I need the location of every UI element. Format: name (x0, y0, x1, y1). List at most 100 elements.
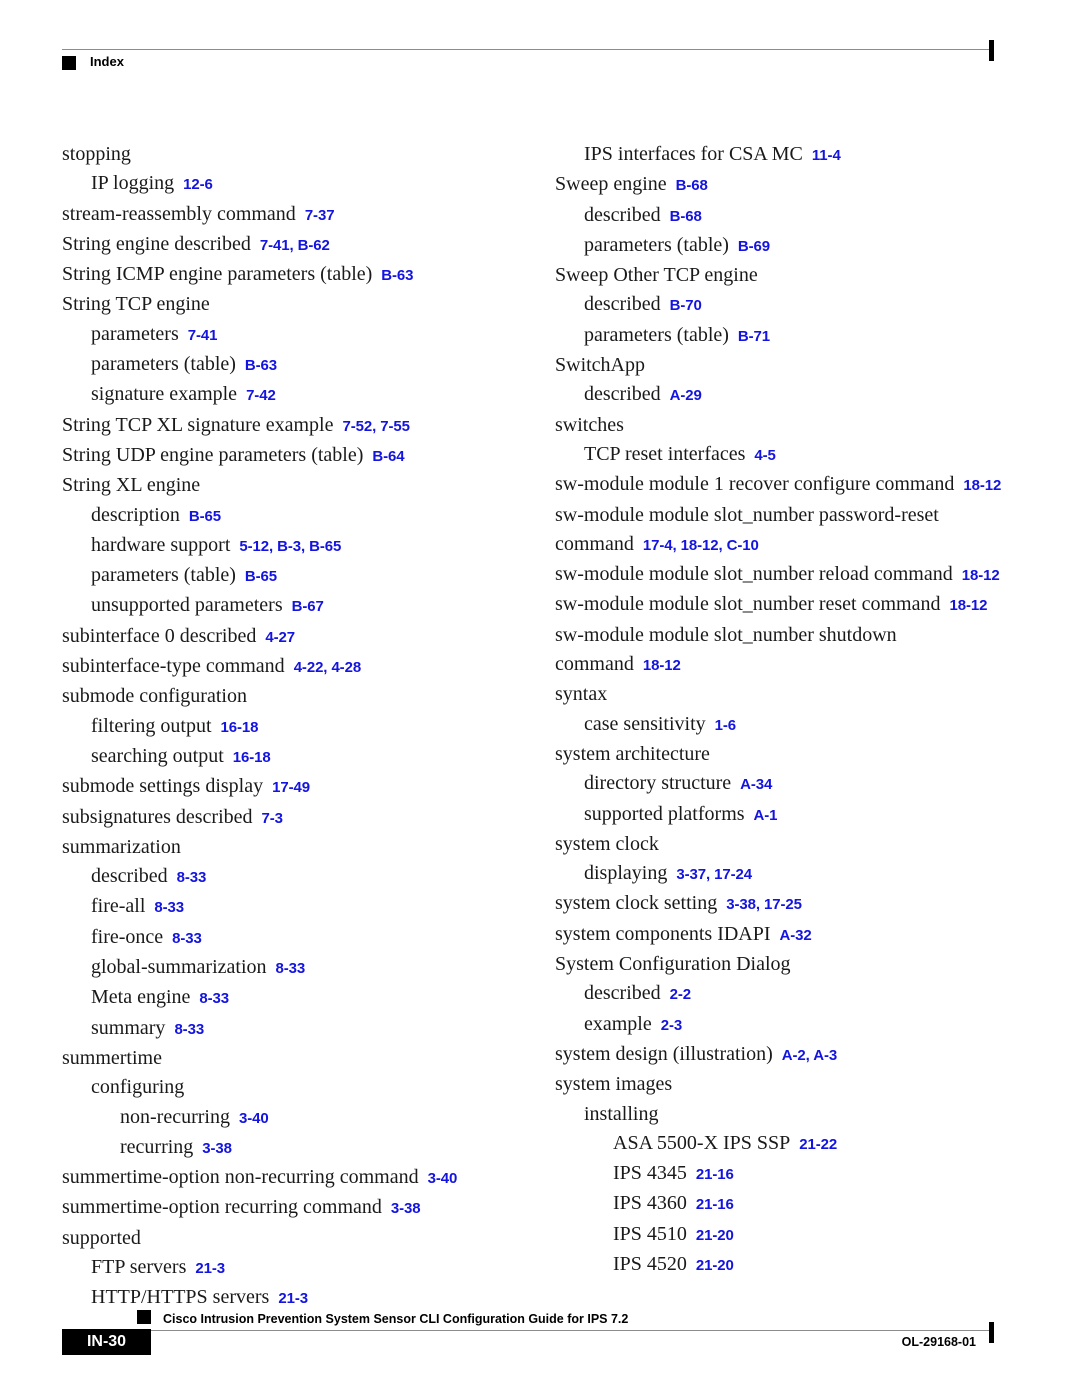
black-square-icon (62, 56, 76, 70)
index-entry-page-refs[interactable]: 4-27 (265, 629, 295, 646)
index-entry-page-refs[interactable]: B-65 (189, 508, 221, 525)
index-entry: signature example 7-42 (91, 380, 532, 410)
index-entry-page-refs[interactable]: 21-16 (696, 1196, 734, 1213)
index-entry-page-refs[interactable]: A-32 (780, 927, 812, 944)
index-entry: described A-29 (584, 380, 1025, 410)
index-entry-page-refs[interactable]: 16-18 (221, 719, 259, 736)
index-entry-term: summary (91, 1016, 166, 1039)
index-entry: sw-module module slot_number reset comma… (555, 590, 1025, 620)
index-entry-page-refs[interactable]: 3-38 (391, 1200, 421, 1217)
index-entry-term: summertime (62, 1046, 162, 1069)
index-entry-page-refs[interactable]: 21-20 (696, 1257, 734, 1274)
index-entry-term: IPS 4360 (613, 1192, 687, 1215)
index-entry-page-refs[interactable]: 12-6 (183, 176, 213, 193)
index-entry-page-refs[interactable]: 17-4, 18-12, C-10 (643, 537, 759, 554)
index-entry-page-refs[interactable]: 8-33 (174, 1021, 204, 1038)
index-entry: summarization (62, 833, 532, 862)
index-entry-page-refs[interactable]: A-2, A-3 (782, 1047, 837, 1064)
index-entry-term: Sweep engine (555, 173, 667, 196)
index-entry-page-refs[interactable]: 18-12 (949, 597, 987, 614)
index-entry: String XL engine (62, 471, 532, 500)
page-header-label: Index (90, 54, 124, 69)
index-entry-term: submode configuration (62, 685, 247, 708)
index-entry: system components IDAPI A-32 (555, 920, 1025, 950)
index-entry-page-refs[interactable]: B-63 (245, 357, 277, 374)
index-entry-page-refs[interactable]: 3-40 (239, 1110, 269, 1127)
index-entry-term: fire-all (91, 895, 146, 918)
index-entry-page-refs[interactable]: 3-40 (428, 1170, 458, 1187)
index-entry: IPS 4360 21-16 (613, 1189, 1025, 1219)
index-entry-page-refs[interactable]: B-71 (738, 328, 770, 345)
index-entry-page-refs[interactable]: 11-4 (812, 147, 841, 164)
index-entry-term: String TCP XL signature example (62, 413, 334, 436)
index-entry-page-refs[interactable]: 1-6 (715, 717, 736, 734)
index-entry-term: summertime-option recurring command (62, 1196, 382, 1219)
index-entry-page-refs[interactable]: 18-12 (643, 657, 681, 674)
index-entry-page-refs[interactable]: 7-52, 7-55 (342, 418, 409, 435)
index-entry: parameters (table) B-63 (91, 350, 532, 380)
index-entry: HTTP/HTTPS servers 21-3 (91, 1283, 532, 1313)
index-entry-page-refs[interactable]: B-65 (245, 568, 277, 585)
index-entry-page-refs[interactable]: 4-22, 4-28 (294, 659, 361, 676)
index-entry-term: String UDP engine parameters (table) (62, 443, 364, 466)
index-entry-page-refs[interactable]: B-64 (372, 448, 404, 465)
footer-document-title: Cisco Intrusion Prevention System Sensor… (163, 1312, 629, 1326)
index-entry-page-refs[interactable]: A-34 (740, 776, 772, 793)
index-entry-term: IPS 4345 (613, 1162, 687, 1185)
index-entry-term: installing (584, 1102, 659, 1125)
footer-rule-endcap-icon (989, 1322, 994, 1343)
index-entry-term: IPS 4510 (613, 1222, 687, 1245)
index-entry-page-refs[interactable]: 21-3 (195, 1260, 225, 1277)
index-entry-term: summertime-option non-recurring command (62, 1166, 419, 1189)
index-entry-page-refs[interactable]: 17-49 (272, 779, 310, 796)
footer-rule (148, 1330, 994, 1331)
index-entry-page-refs[interactable]: B-68 (676, 177, 708, 194)
index-entry-page-refs[interactable]: 7-3 (262, 810, 283, 827)
index-entry: parameters 7-41 (91, 320, 532, 350)
index-entry-page-refs[interactable]: A-1 (754, 807, 778, 824)
index-entry-page-refs[interactable]: 21-22 (799, 1136, 837, 1153)
index-entry-page-refs[interactable]: 21-16 (696, 1166, 734, 1183)
index-entry: filtering output 16-18 (91, 712, 532, 742)
index-entry-page-refs[interactable]: B-68 (670, 208, 702, 225)
index-entry-page-refs[interactable]: 8-33 (199, 990, 229, 1007)
index-entry-page-refs[interactable]: 7-41 (188, 327, 218, 344)
index-entry: fire-all 8-33 (91, 892, 532, 922)
index-entry-page-refs[interactable]: B-67 (292, 598, 324, 615)
index-entry-page-refs[interactable]: B-70 (670, 297, 702, 314)
index-entry-term: described (91, 865, 168, 888)
index-entry-page-refs[interactable]: 2-3 (661, 1017, 682, 1034)
index-entry: summertime-option non-recurring command 3… (62, 1163, 532, 1193)
index-entry-term: system components IDAPI (555, 922, 771, 945)
index-entry-term: subinterface-type command (62, 655, 285, 678)
index-entry-page-refs[interactable]: 3-37, 17-24 (676, 866, 752, 883)
index-entry-page-refs[interactable]: 8-33 (276, 960, 306, 977)
index-entry-term: parameters (table) (91, 564, 236, 587)
index-entry-page-refs[interactable]: 18-12 (962, 567, 1000, 584)
index-entry-page-refs[interactable]: 16-18 (233, 749, 271, 766)
index-entry-page-refs[interactable]: 8-33 (177, 869, 207, 886)
index-entry-page-refs[interactable]: 7-42 (246, 387, 276, 404)
index-entry-page-refs[interactable]: 3-38, 17-25 (726, 896, 802, 913)
index-entry-page-refs[interactable]: 4-5 (754, 447, 775, 464)
index-entry-page-refs[interactable]: B-63 (381, 267, 413, 284)
index-entry-page-refs[interactable]: 3-38 (202, 1140, 232, 1157)
index-entry-term: sw-module module slot_number reset comma… (555, 593, 941, 616)
index-entry-term: SwitchApp (555, 354, 645, 377)
index-entry-page-refs[interactable]: 8-33 (172, 930, 202, 947)
index-entry-page-refs[interactable]: 7-37 (305, 207, 335, 224)
index-entry-page-refs[interactable]: 18-12 (963, 477, 1001, 494)
index-entry-page-refs[interactable]: 21-20 (696, 1227, 734, 1244)
index-entry-term: displaying (584, 862, 668, 885)
index-entry-term: recurring (120, 1135, 194, 1158)
index-entry-page-refs[interactable]: 8-33 (154, 899, 184, 916)
index-entry: String TCP XL signature example 7-52, 7-5… (62, 411, 532, 441)
index-entry-page-refs[interactable]: 7-41, B-62 (260, 237, 330, 254)
index-entry-term: global-summarization (91, 956, 267, 979)
index-entry-page-refs[interactable]: 21-3 (278, 1290, 308, 1307)
index-entry-page-refs[interactable]: B-69 (738, 238, 770, 255)
index-entry-page-refs[interactable]: 2-2 (670, 986, 691, 1003)
index-entry: subinterface-type command 4-22, 4-28 (62, 652, 532, 682)
index-entry-page-refs[interactable]: 5-12, B-3, B-65 (239, 538, 341, 555)
index-entry-page-refs[interactable]: A-29 (670, 387, 702, 404)
